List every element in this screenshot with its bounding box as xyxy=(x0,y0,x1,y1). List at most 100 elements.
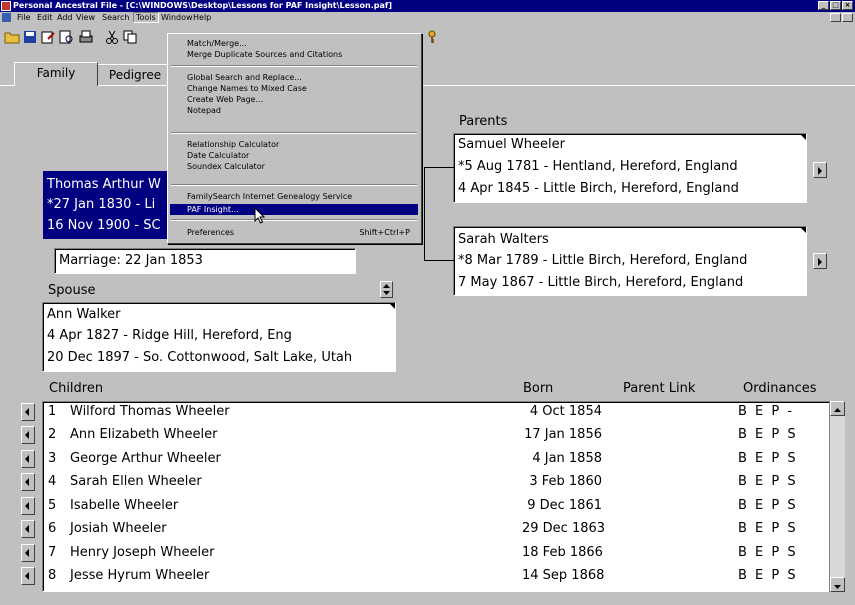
window-title: Personal Ancestral File - [C:\WINDOWS\De… xyxy=(13,1,393,10)
menu-item-preferences[interactable]: Preferences Shift+Ctrl+P xyxy=(170,227,418,238)
menu-search[interactable]: Search xyxy=(102,12,129,23)
preferences-label: Preferences xyxy=(187,228,235,237)
left-arrow-icon xyxy=(25,549,29,557)
father-navigate-button[interactable] xyxy=(813,162,827,178)
child-2-navigate-button[interactable] xyxy=(21,426,35,444)
parents-label: Parents xyxy=(459,114,508,129)
child-ordinances: B E P S xyxy=(738,427,796,442)
child-3-navigate-button[interactable] xyxy=(21,450,35,468)
menu-add[interactable]: Add xyxy=(57,12,73,23)
app-icon xyxy=(1,1,11,11)
up-arrow-icon xyxy=(834,408,841,412)
tab-family[interactable]: Family xyxy=(14,62,98,86)
menu-tools[interactable]: Tools xyxy=(133,12,159,23)
spouse-box[interactable]: Ann Walker 4 Apr 1827 - Ridge Hill, Here… xyxy=(42,302,396,372)
child-born: 18 Feb 1866 xyxy=(522,545,603,560)
left-arrow-icon xyxy=(25,455,29,463)
menu-file[interactable]: File xyxy=(17,12,30,23)
menu-separator xyxy=(171,132,417,134)
menu-item-create-web-page[interactable]: Create Web Page... xyxy=(170,94,418,105)
mother-navigate-button[interactable] xyxy=(813,253,827,269)
menu-item-match-merge[interactable]: Match/Merge... xyxy=(170,38,418,49)
primary-death: 16 Nov 1900 - SC xyxy=(47,218,161,233)
window-title-bar[interactable]: Personal Ancestral File - [C:\WINDOWS\De… xyxy=(0,0,855,12)
father-death: 4 Apr 1845 - Little Birch, Hereford, Eng… xyxy=(458,181,739,196)
tab-pedigree[interactable]: Pedigree xyxy=(97,64,173,85)
copy-icon[interactable] xyxy=(122,29,138,45)
child-7-navigate-button[interactable] xyxy=(21,544,35,562)
menu-item-familysearch-service[interactable]: FamilySearch Internet Genealogy Service xyxy=(170,191,418,202)
table-row[interactable]: 6 Josiah Wheeler 29 Dec 1863 B E P S xyxy=(44,518,829,541)
menu-item-paf-insight[interactable]: PAF Insight... xyxy=(170,204,418,215)
child-1-navigate-button[interactable] xyxy=(21,403,35,421)
scroll-up-button[interactable] xyxy=(830,401,845,416)
menu-view[interactable]: View xyxy=(76,12,95,23)
child-8-navigate-button[interactable] xyxy=(21,567,35,585)
child-name: Isabelle Wheeler xyxy=(70,498,179,513)
view-tabs: Family Pedigree xyxy=(0,62,855,86)
menu-item-relationship-calculator[interactable]: Relationship Calculator xyxy=(170,139,418,150)
print-icon[interactable] xyxy=(78,29,94,45)
maximize-button[interactable]: □ xyxy=(830,1,841,10)
mouse-cursor-icon xyxy=(254,207,265,224)
menu-item-merge-duplicate-sources[interactable]: Merge Duplicate Sources and Citations xyxy=(170,49,418,60)
child-ordinances: B E P S xyxy=(738,545,796,560)
child-name: Sarah Ellen Wheeler xyxy=(70,474,202,489)
menu-item-notepad[interactable]: Notepad xyxy=(170,105,418,116)
marriage-text: Marriage: 22 Jan 1853 xyxy=(59,253,203,268)
menu-item-date-calculator[interactable]: Date Calculator xyxy=(170,150,418,161)
doc-minimize-button[interactable] xyxy=(830,13,841,22)
father-box[interactable]: Samuel Wheeler *5 Aug 1781 - Hentland, H… xyxy=(453,133,807,203)
child-number: 1 xyxy=(48,404,57,419)
child-4-navigate-button[interactable] xyxy=(21,473,35,491)
mother-box[interactable]: Sarah Walters *8 Mar 1789 - Little Birch… xyxy=(453,226,807,296)
close-button[interactable]: × xyxy=(842,1,853,10)
open-folder-icon[interactable] xyxy=(4,29,20,45)
table-row[interactable]: 8 Jesse Hyrum Wheeler 14 Sep 1868 B E P … xyxy=(44,565,829,588)
child-ordinances: B E P S xyxy=(738,498,796,513)
menu-item-soundex-calculator[interactable]: Soundex Calculator xyxy=(170,161,418,172)
primary-birth: *27 Jan 1830 - Li xyxy=(47,197,156,212)
document-icon[interactable] xyxy=(2,13,11,22)
spouse-name: Ann Walker xyxy=(47,307,121,322)
table-row[interactable]: 2 Ann Elizabeth Wheeler 17 Jan 1856 B E … xyxy=(44,424,829,447)
edit-icon[interactable] xyxy=(40,29,56,45)
scroll-down-button[interactable] xyxy=(830,577,845,592)
table-row[interactable]: 1 Wilford Thomas Wheeler 4 Oct 1854 B E … xyxy=(44,401,829,424)
child-number: 8 xyxy=(48,568,57,583)
menu-item-change-names-mixed-case[interactable]: Change Names to Mixed Case xyxy=(170,83,418,94)
marriage-box[interactable]: Marriage: 22 Jan 1853 xyxy=(54,248,356,274)
table-row[interactable]: 4 Sarah Ellen Wheeler 3 Feb 1860 B E P S xyxy=(44,471,829,494)
table-row[interactable]: 3 George Arthur Wheeler 4 Jan 1858 B E P… xyxy=(44,448,829,471)
table-row[interactable]: 5 Isabelle Wheeler 9 Dec 1861 B E P S xyxy=(44,495,829,518)
child-number: 4 xyxy=(48,474,57,489)
child-5-navigate-button[interactable] xyxy=(21,497,35,515)
child-name: Henry Joseph Wheeler xyxy=(70,545,215,560)
left-arrow-icon xyxy=(25,525,29,533)
primary-individual-box[interactable]: Thomas Arthur W *27 Jan 1830 - Li 16 Nov… xyxy=(43,171,171,239)
menu-item-global-search-replace[interactable]: Global Search and Replace... xyxy=(170,72,418,83)
mother-name: Sarah Walters xyxy=(458,232,549,247)
down-arrow-icon xyxy=(834,585,841,589)
born-header: Born xyxy=(523,381,554,396)
scissors-icon[interactable] xyxy=(104,29,120,45)
spouse-select-button[interactable] xyxy=(380,281,393,298)
father-corner-marker xyxy=(800,134,806,140)
child-ordinances: B E P S xyxy=(738,451,796,466)
menu-separator xyxy=(171,184,417,186)
menu-edit[interactable]: Edit xyxy=(37,12,53,23)
child-6-navigate-button[interactable] xyxy=(21,520,35,538)
menu-window[interactable]: Window xyxy=(161,12,193,23)
connector-line xyxy=(424,167,425,260)
spouse-corner-marker xyxy=(389,303,395,309)
child-born: 29 Dec 1863 xyxy=(522,521,606,536)
table-row[interactable]: 7 Henry Joseph Wheeler 18 Feb 1866 B E P… xyxy=(44,542,829,565)
children-scrollbar[interactable] xyxy=(829,401,845,592)
doc-restore-button[interactable] xyxy=(842,13,853,22)
menu-help[interactable]: Help xyxy=(193,12,211,23)
print-preview-icon[interactable] xyxy=(58,29,74,45)
save-icon[interactable] xyxy=(22,29,38,45)
key-icon[interactable] xyxy=(424,29,440,45)
mother-birth: *8 Mar 1789 - Little Birch, Hereford, En… xyxy=(458,253,748,268)
minimize-button[interactable]: _ xyxy=(818,1,829,10)
